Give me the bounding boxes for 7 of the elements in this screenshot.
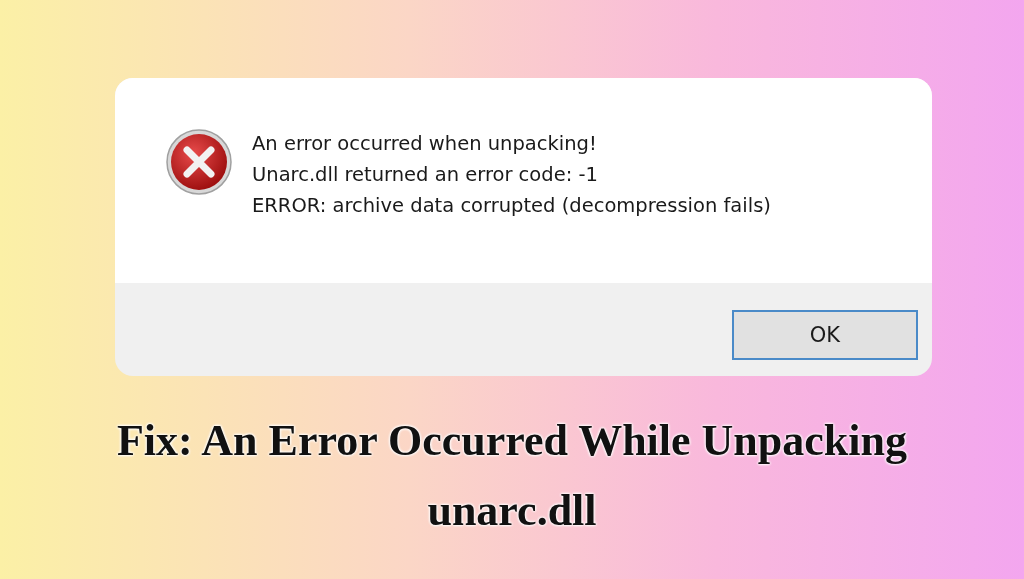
ok-button[interactable]: OK <box>732 309 918 360</box>
message-text: An error occurred when unpacking! <box>252 131 598 157</box>
message-text: ERROR: archive data corrupted (decompression fails) <box>252 193 771 219</box>
headline-text: Fix: An Error Occurred While Unpacking <box>117 415 907 467</box>
error-icon <box>165 128 233 196</box>
message-text: Unarc.dll returned an error code: -1 <box>252 162 599 188</box>
headline-text: unarc.dll <box>427 485 597 537</box>
